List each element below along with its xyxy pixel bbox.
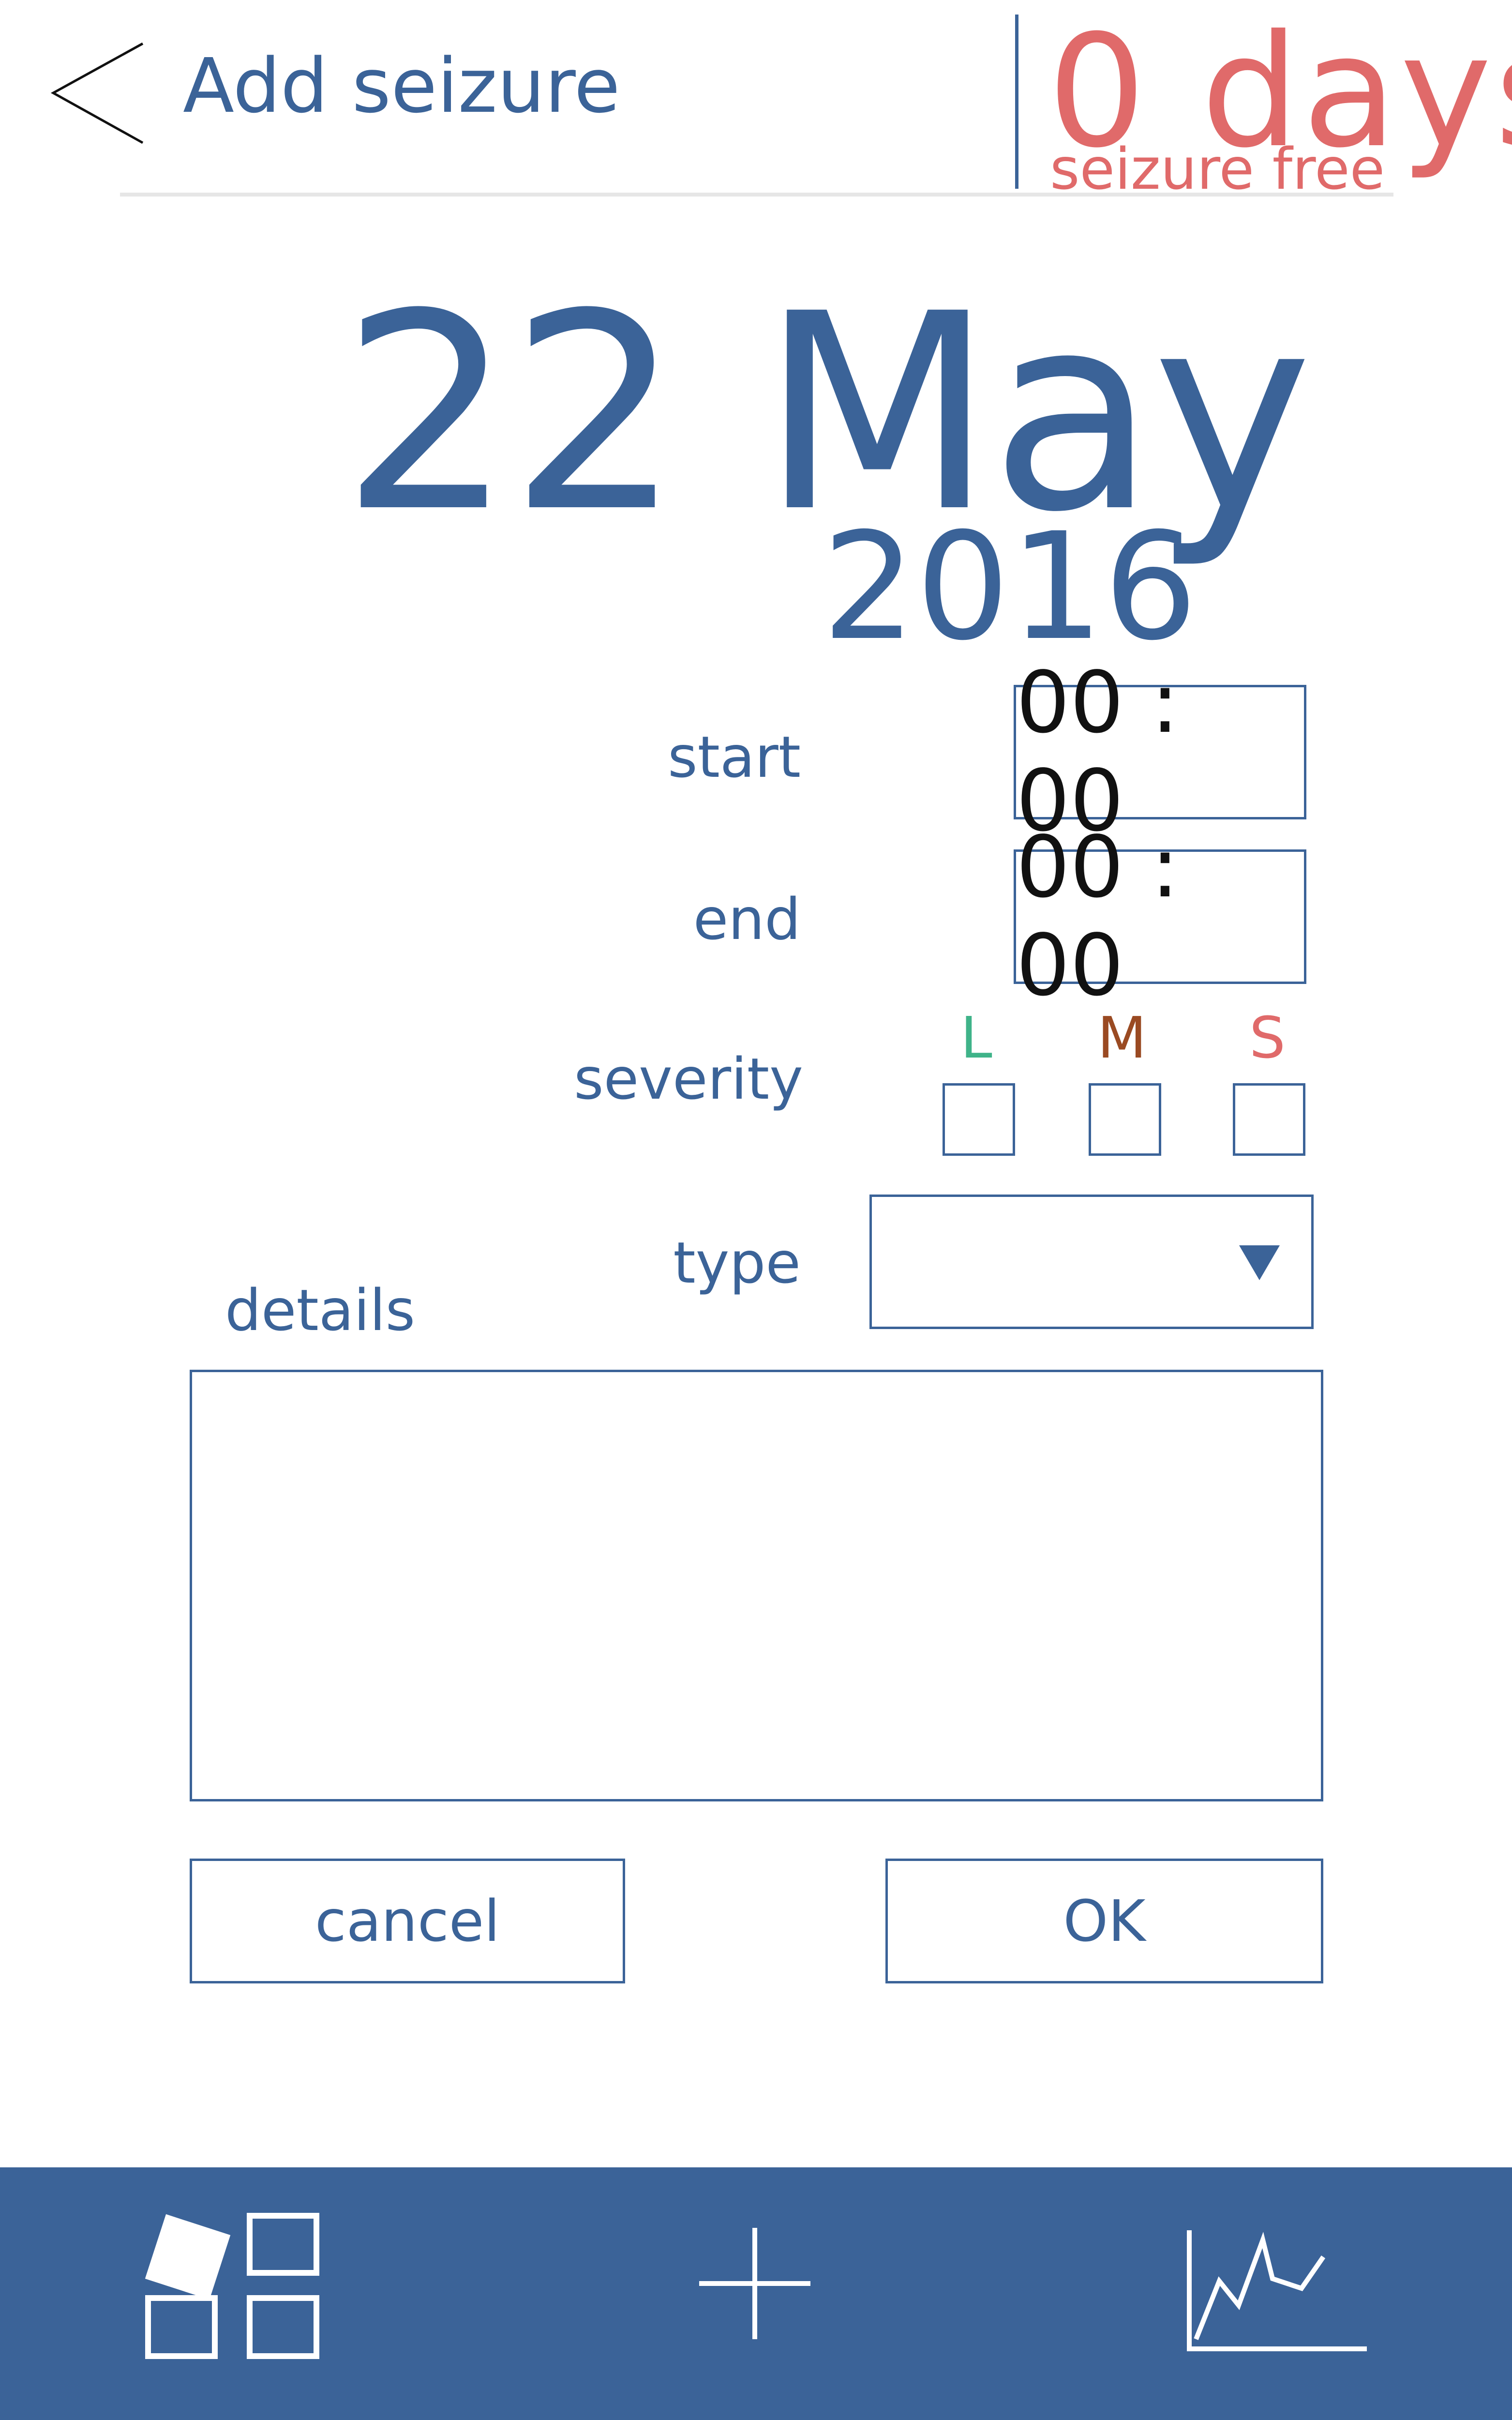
nav-add[interactable] <box>697 2225 813 2342</box>
severity-low-label: L <box>960 1004 992 1071</box>
start-label: start <box>668 724 801 790</box>
severity-severe-label: S <box>1249 1004 1286 1071</box>
dashboard-icon <box>145 2213 319 2359</box>
nav-chart[interactable] <box>1185 2228 1369 2354</box>
severity-medium-checkbox[interactable] <box>1089 1083 1161 1156</box>
chevron-left-icon <box>50 42 144 144</box>
severity-low-checkbox[interactable] <box>943 1083 1015 1156</box>
severity-severe-checkbox[interactable] <box>1233 1083 1305 1156</box>
cancel-button[interactable]: cancel <box>190 1859 625 1983</box>
type-label: type <box>673 1229 801 1296</box>
add-icon <box>699 2228 810 2339</box>
end-label: end <box>693 886 801 953</box>
date-year[interactable]: 2016 <box>822 513 1198 661</box>
streak-caption: seizure free <box>1050 136 1385 202</box>
severity-label: severity <box>574 1045 803 1112</box>
header-underline <box>120 193 1393 197</box>
details-textarea[interactable] <box>190 1370 1323 1801</box>
back-button[interactable] <box>48 39 150 150</box>
nav-dashboard[interactable] <box>135 2206 329 2390</box>
ok-button[interactable]: OK <box>885 1859 1323 1983</box>
header-divider <box>1015 15 1018 189</box>
start-time-field[interactable]: 00 : 00 <box>1014 654 1306 850</box>
page-title: Add seizure <box>183 42 620 130</box>
bottom-nav <box>0 2167 1512 2420</box>
type-dropdown[interactable] <box>869 1195 1314 1329</box>
severity-medium-label: M <box>1097 1004 1147 1071</box>
dropdown-arrow-icon <box>1239 1245 1280 1280</box>
end-time-field[interactable]: 00 : 00 <box>1014 818 1306 1015</box>
chart-icon <box>1187 2230 1367 2351</box>
details-label: details <box>225 1277 416 1344</box>
